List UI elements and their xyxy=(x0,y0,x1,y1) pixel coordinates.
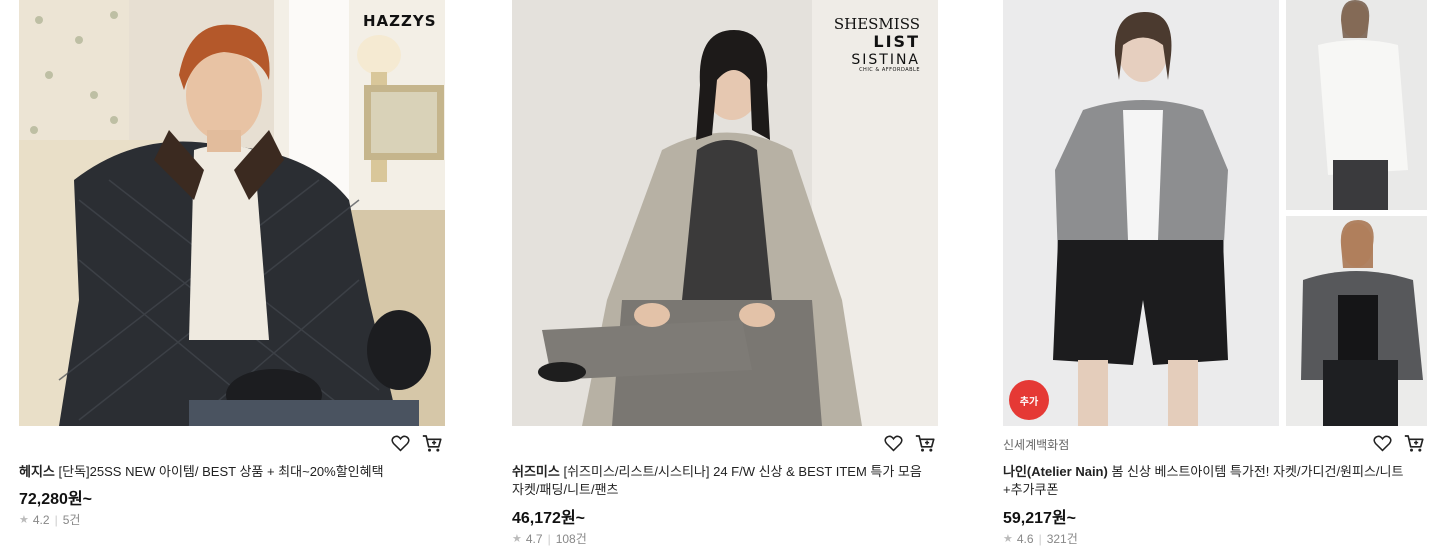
review-count: 108건 xyxy=(555,532,587,546)
shopping-cart-icon xyxy=(1404,434,1424,452)
rating-score: 4.2 xyxy=(32,512,50,527)
product-actions xyxy=(1371,432,1425,454)
store-tag[interactable]: 신세계백화점 xyxy=(1003,436,1069,453)
product-photo xyxy=(19,0,445,426)
product-rating: ★ 4.6 | 321건 xyxy=(1003,530,1078,547)
rating-divider: | xyxy=(54,512,58,527)
add-to-cart-button[interactable] xyxy=(421,432,443,454)
product-title[interactable]: 나인(Atelier Nain) 봄 신상 베스트아이템 특가전! 자켓/가디건… xyxy=(1003,463,1423,499)
wishlist-button[interactable] xyxy=(882,432,904,454)
review-count: 5건 xyxy=(62,513,81,527)
product-price: 59,217원~ xyxy=(1003,510,1077,527)
product-card[interactable]: SHESMISS LIST SISTINA CHIC & AFFORDABLE … xyxy=(512,0,938,546)
brand-logo: SHESMISS LIST SISTINA CHIC & AFFORDABLE xyxy=(833,15,920,73)
star-icon: ★ xyxy=(512,533,522,545)
star-icon: ★ xyxy=(1003,533,1013,545)
product-photo xyxy=(1003,0,1427,426)
review-count: 321건 xyxy=(1046,532,1078,546)
brand-logo-line: SISTINA xyxy=(851,51,920,68)
product-image[interactable]: 추가 xyxy=(1003,0,1427,426)
product-rating: ★ 4.7 | 108건 xyxy=(512,530,587,547)
product-actions xyxy=(389,432,443,454)
product-rating: ★ 4.2 | 5건 xyxy=(19,511,80,528)
add-to-cart-button[interactable] xyxy=(1403,432,1425,454)
rating-score: 4.6 xyxy=(1016,531,1034,546)
shopping-cart-icon xyxy=(915,434,935,452)
rating-divider: | xyxy=(547,531,551,546)
shopping-cart-icon xyxy=(422,434,442,452)
wishlist-button[interactable] xyxy=(389,432,411,454)
product-image[interactable]: SHESMISS LIST SISTINA CHIC & AFFORDABLE xyxy=(512,0,938,426)
rating-divider: | xyxy=(1038,531,1042,546)
heart-outline-icon xyxy=(1372,435,1392,452)
product-price: 72,280원~ xyxy=(19,491,93,508)
product-actions xyxy=(882,432,936,454)
brand-logo-line: LIST xyxy=(873,32,920,52)
rating-score: 4.7 xyxy=(525,531,543,546)
product-brand: 나인(Atelier Nain) xyxy=(1003,464,1108,479)
product-card[interactable]: HAZZYS 헤지스 [단독]25SS NEW 아이템/ BEST 상품 + 최… xyxy=(19,0,445,527)
heart-outline-icon xyxy=(883,435,903,452)
product-price: 46,172원~ xyxy=(512,510,586,527)
product-card[interactable]: 추가 신세계백화점 나인(Atelier Nain) 봄 신상 베스트아이템 특… xyxy=(1003,0,1427,546)
brand-logo-line: CHIC & AFFORDABLE xyxy=(859,66,920,73)
product-image[interactable]: HAZZYS xyxy=(19,0,445,426)
product-brand: 헤지스 xyxy=(19,464,55,479)
product-brand: 쉬즈미스 xyxy=(512,464,560,479)
product-name: [쉬즈미스/리스트/시스티나] 24 F/W 신상 & BEST ITEM 특가… xyxy=(512,464,922,497)
heart-outline-icon xyxy=(390,435,410,452)
brand-logo-line: SHESMISS xyxy=(833,15,920,33)
product-name: [단독]25SS NEW 아이템/ BEST 상품 + 최대~20%할인혜택 xyxy=(58,464,384,479)
product-title[interactable]: 쉬즈미스 [쉬즈미스/리스트/시스티나] 24 F/W 신상 & BEST IT… xyxy=(512,463,932,499)
product-title[interactable]: 헤지스 [단독]25SS NEW 아이템/ BEST 상품 + 최대~20%할인… xyxy=(19,463,439,481)
wishlist-button[interactable] xyxy=(1371,432,1393,454)
star-icon: ★ xyxy=(19,514,29,526)
add-to-cart-button[interactable] xyxy=(914,432,936,454)
promo-badge: 추가 xyxy=(1009,380,1049,420)
brand-logo: HAZZYS xyxy=(363,12,437,30)
